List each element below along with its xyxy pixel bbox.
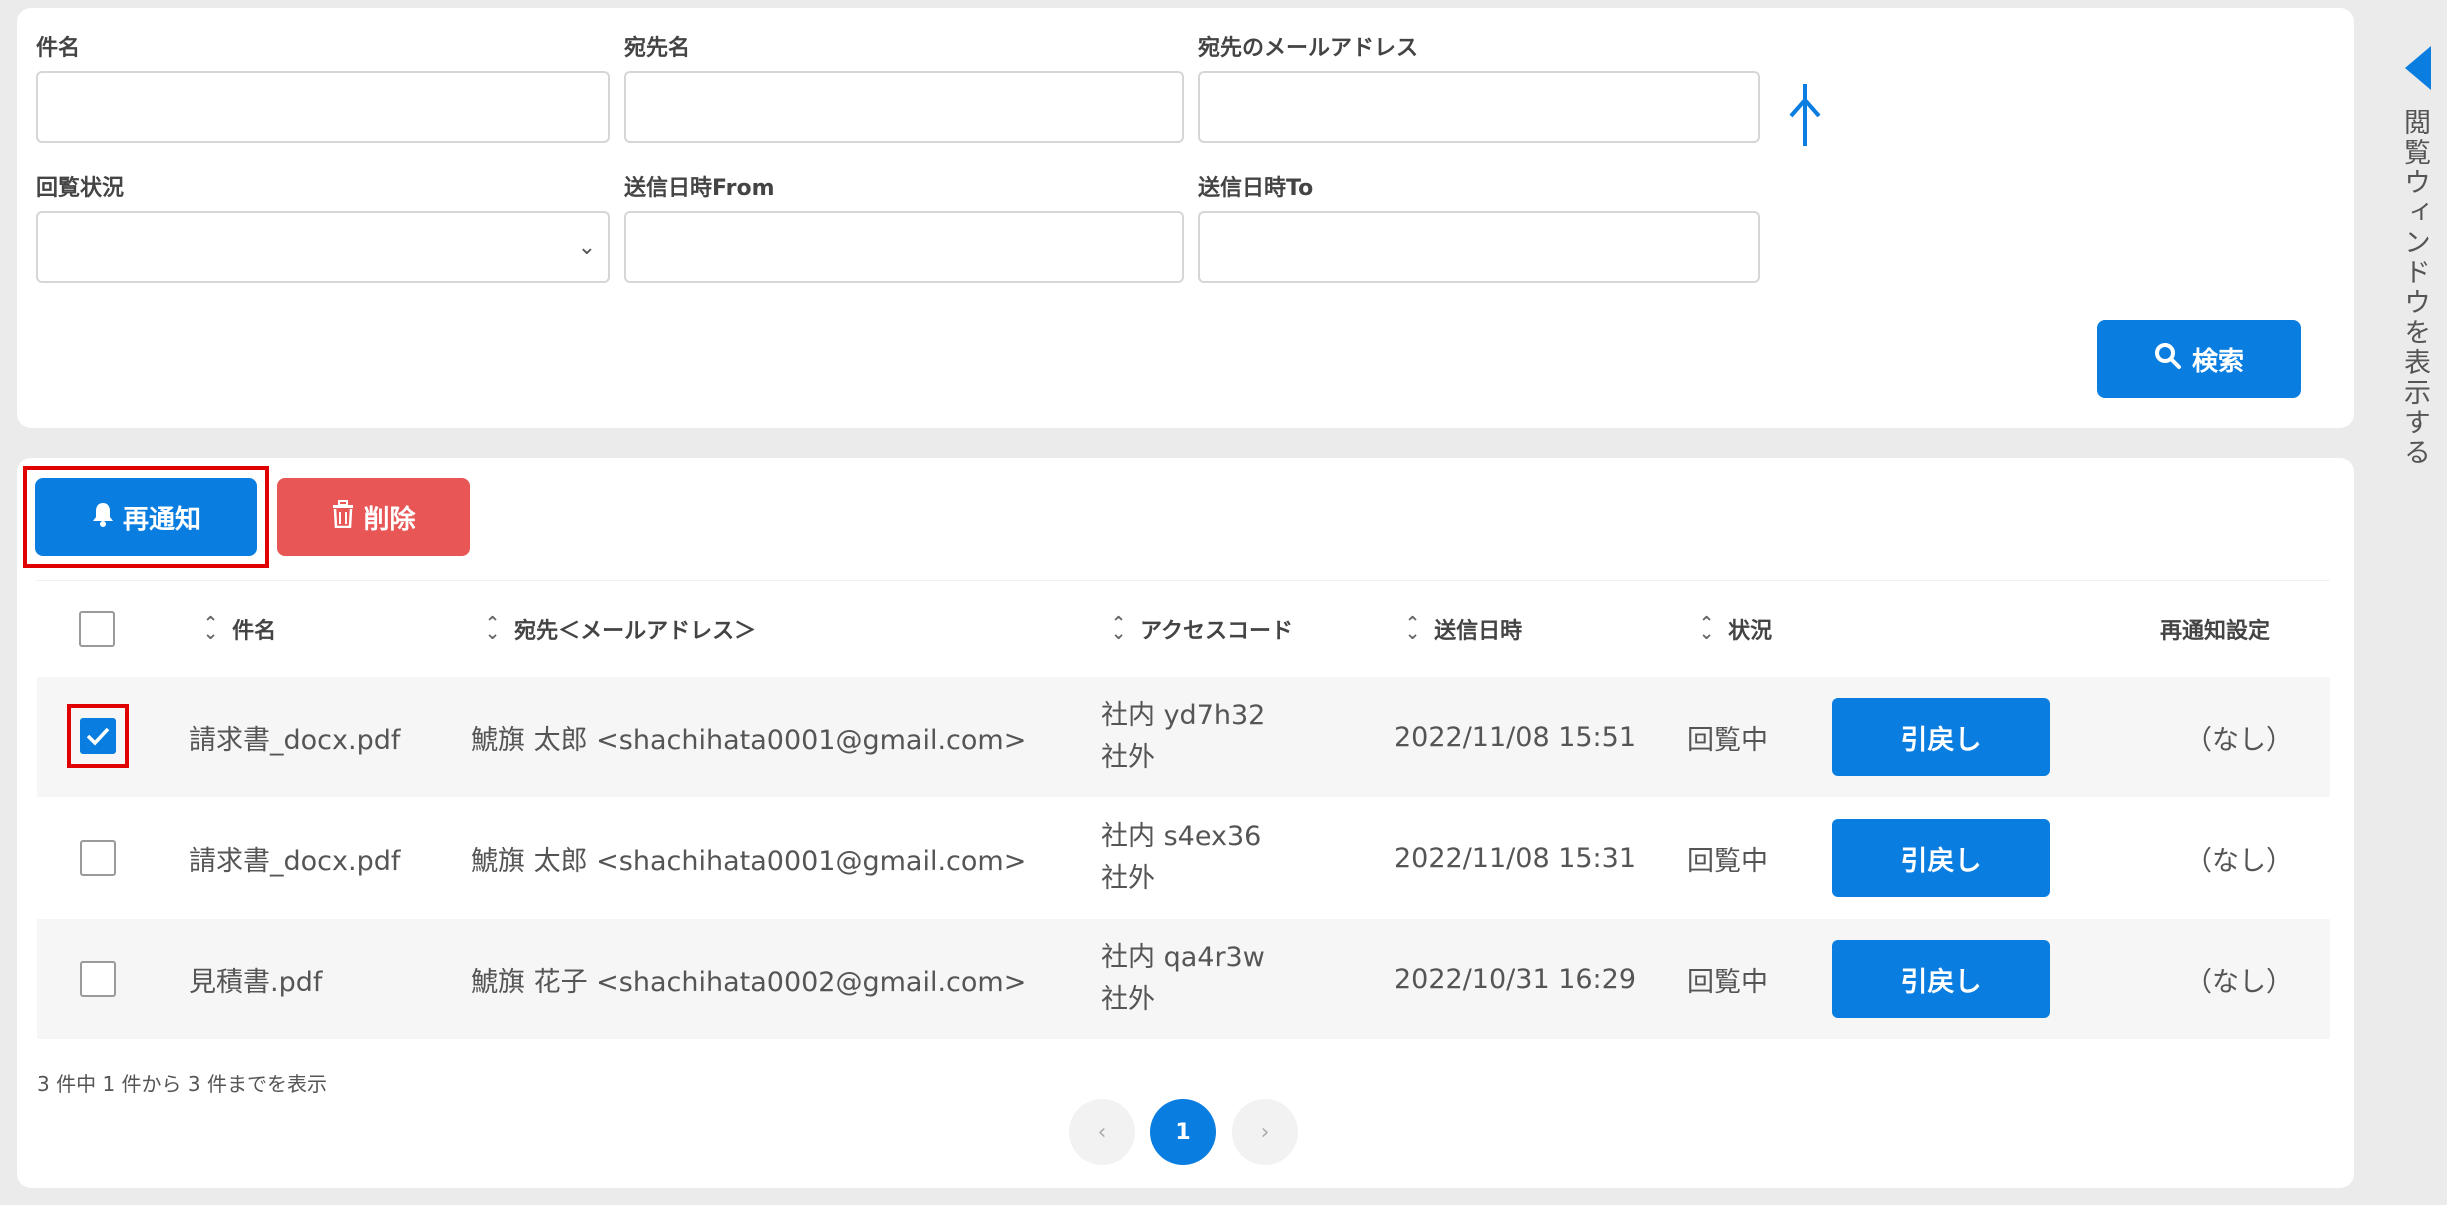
recall-button[interactable]: 引戻し [1832, 819, 2050, 897]
sent-at-cell: 2022/11/08 15:51 [1394, 721, 1637, 753]
sent-to-input[interactable] [1198, 211, 1760, 283]
recipient-email-input[interactable] [1198, 71, 1760, 143]
subject-input[interactable] [36, 71, 610, 143]
row-checkbox[interactable] [80, 961, 116, 997]
column-header-sent-at-label: 送信日時 [1434, 619, 1523, 644]
sort-icon: ⌃ ⌄ [1699, 613, 1715, 644]
column-header-recipient-label: 宛先＜メールアドレス＞ [514, 619, 757, 644]
access-code-cell: 社内 s4ex36 社外 [1101, 798, 1261, 918]
recipient-name-input[interactable] [624, 71, 1184, 143]
access-code-internal: 社内 qa4r3w [1101, 942, 1265, 973]
column-header-access-code-label: アクセスコード [1140, 619, 1293, 644]
subject-cell: 請求書_docx.pdf [189, 845, 401, 877]
column-header-renotify-setting: 再通知設定 [2160, 581, 2270, 677]
column-header-renotify-setting-label: 再通知設定 [2160, 619, 2271, 644]
table-header: ⌃ ⌄ 件名 ⌃ ⌄ 宛先＜メールアドレス＞ ⌃ ⌄ アクセスコード ⌃ ⌄ 送信日時 … [37, 580, 2330, 677]
table-row: 見積書.pdf 鯱旗 花子 <shachihata0002@gmail.com>… [37, 919, 2330, 1039]
chevron-down-icon: ⌄ [577, 235, 596, 260]
renotify-setting-cell: （なし） [2185, 966, 2293, 998]
recall-button[interactable]: 引戻し [1832, 698, 2050, 776]
delete-button[interactable]: 削除 [277, 478, 470, 556]
expand-panel-arrow-icon[interactable] [2405, 46, 2431, 90]
access-code-external: 社外 [1101, 742, 1155, 773]
recipient-cell: 鯱旗 太郎 <shachihata0001@gmail.com> [471, 845, 1027, 877]
renotify-setting-cell: （なし） [2185, 724, 2293, 756]
sort-icon: ⌃ ⌄ [1405, 613, 1421, 644]
status-cell: 回覧中 [1687, 966, 1768, 998]
recipient-email-label: 宛先のメールアドレス [1198, 36, 1419, 61]
column-header-status[interactable]: ⌃ ⌄ 状況 [1699, 581, 1772, 677]
prev-page-button[interactable]: ‹ [1069, 1099, 1135, 1165]
subject-cell: 見積書.pdf [189, 966, 323, 998]
recipient-cell: 鯱旗 花子 <shachihata0002@gmail.com> [471, 966, 1027, 998]
chevron-right-icon: › [1260, 1119, 1270, 1145]
renotify-setting-cell: （なし） [2185, 845, 2293, 877]
column-header-subject[interactable]: ⌃ ⌄ 件名 [203, 581, 276, 677]
view-status-select[interactable]: ⌄ [36, 211, 610, 283]
sort-icon: ⌃ ⌄ [203, 613, 219, 644]
sent-from-input[interactable] [624, 211, 1184, 283]
column-header-status-label: 状況 [1728, 619, 1773, 644]
results-summary: 3 件中 1 件から 3 件までを表示 [37, 1072, 327, 1096]
search-button[interactable]: 検索 [2097, 320, 2301, 398]
renotify-button[interactable]: 再通知 [35, 478, 257, 556]
sort-icon: ⌃ ⌄ [485, 613, 501, 644]
subject-cell: 請求書_docx.pdf [189, 724, 401, 756]
page-1-button[interactable]: 1 [1150, 1099, 1216, 1165]
chevron-left-icon: ‹ [1097, 1119, 1107, 1145]
status-cell: 回覧中 [1687, 724, 1768, 756]
access-code-external: 社外 [1101, 984, 1155, 1015]
view-status-label: 回覧状況 [36, 176, 125, 201]
sent-to-label: 送信日時To [1198, 176, 1314, 201]
sent-at-cell: 2022/11/08 15:31 [1394, 842, 1637, 874]
column-header-recipient[interactable]: ⌃ ⌄ 宛先＜メールアドレス＞ [485, 581, 756, 677]
trash-icon [331, 499, 355, 535]
sort-icon: ⌃ ⌄ [1111, 613, 1127, 644]
select-all-checkbox[interactable] [79, 611, 115, 647]
column-header-sent-at[interactable]: ⌃ ⌄ 送信日時 [1405, 581, 1522, 677]
check-icon [86, 727, 110, 746]
recipient-cell: 鯱旗 太郎 <shachihata0001@gmail.com> [471, 724, 1027, 756]
access-code-cell: 社内 qa4r3w 社外 [1101, 919, 1265, 1039]
access-code-internal: 社内 s4ex36 [1101, 821, 1262, 852]
show-viewer-window-toggle[interactable]: 閲覧ウィンドウを表示する [2399, 108, 2434, 468]
recall-button[interactable]: 引戻し [1832, 940, 2050, 1018]
collapse-search-icon[interactable] [1787, 80, 1823, 152]
bell-icon [91, 501, 115, 534]
recipient-name-label: 宛先名 [624, 36, 691, 61]
sent-at-cell: 2022/10/31 16:29 [1394, 963, 1637, 995]
sent-from-label: 送信日時From [624, 176, 775, 201]
table-row: 請求書_docx.pdf 鯱旗 太郎 <shachihata0001@gmail… [37, 677, 2330, 797]
search-button-label: 検索 [2191, 346, 2244, 377]
access-code-external: 社外 [1101, 863, 1155, 894]
table-row: 請求書_docx.pdf 鯱旗 太郎 <shachihata0001@gmail… [37, 798, 2330, 918]
next-page-button[interactable]: › [1232, 1099, 1298, 1165]
delete-button-label: 削除 [363, 504, 416, 535]
access-code-internal: 社内 yd7h32 [1101, 700, 1266, 731]
subject-label: 件名 [36, 36, 81, 61]
renotify-button-label: 再通知 [122, 504, 201, 535]
row-checkbox[interactable] [80, 718, 116, 754]
row-checkbox[interactable] [80, 840, 116, 876]
access-code-cell: 社内 yd7h32 社外 [1101, 677, 1265, 797]
column-header-subject-label: 件名 [232, 619, 277, 644]
search-icon [2154, 342, 2182, 377]
column-header-access-code[interactable]: ⌃ ⌄ アクセスコード [1111, 581, 1293, 677]
status-cell: 回覧中 [1687, 845, 1768, 877]
